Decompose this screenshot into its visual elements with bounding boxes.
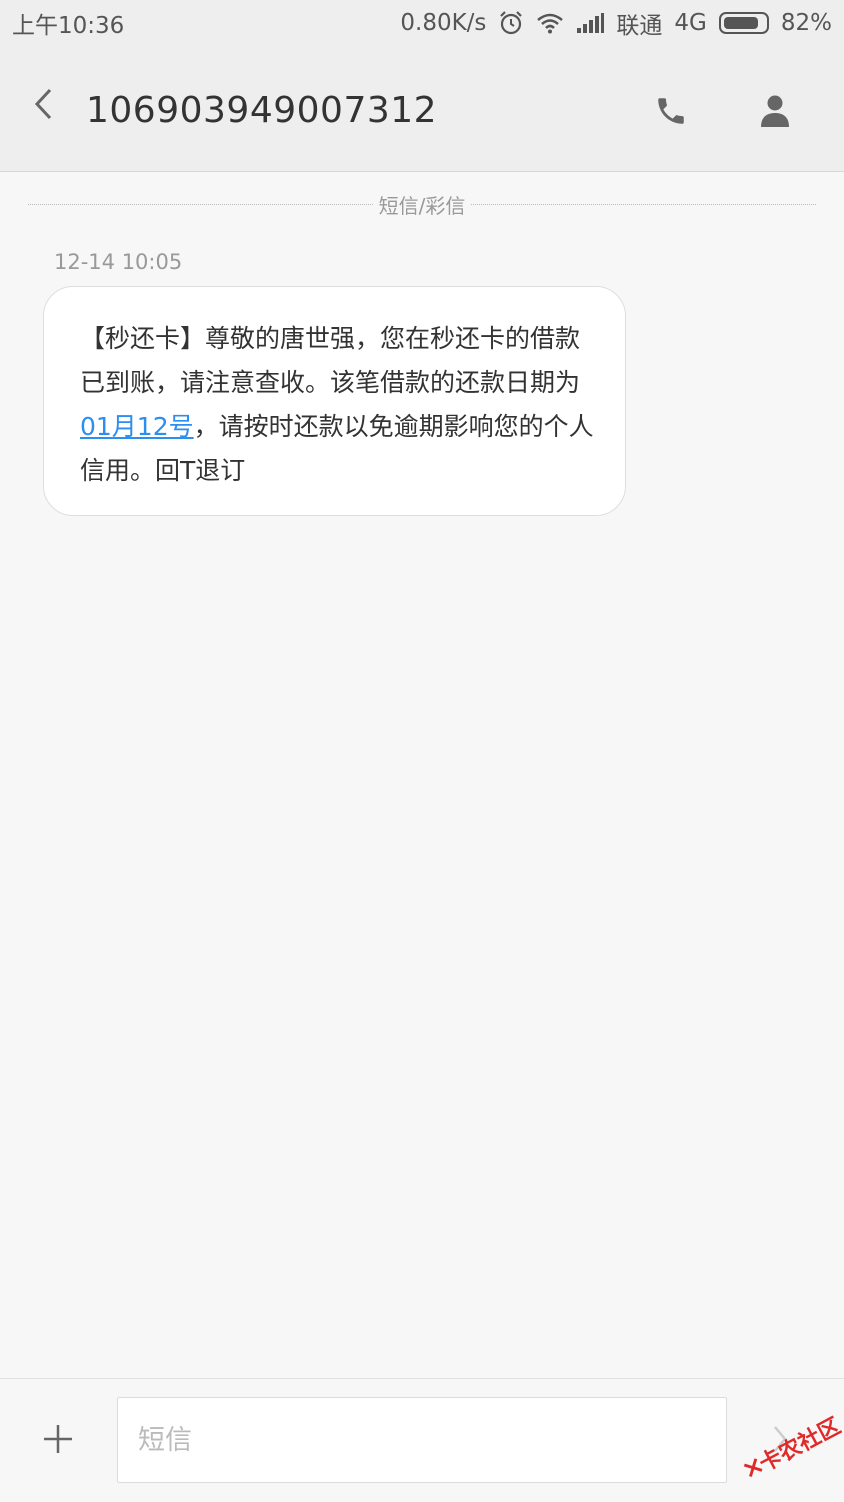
alarm-icon <box>498 10 524 36</box>
message-text: 【秒还卡】尊敬的唐世强，您在秒还卡的借款已到账，请注意查收。该笔借款的还款日期为… <box>80 317 595 493</box>
battery-fill <box>723 17 759 29</box>
battery-percent: 82% <box>780 10 832 36</box>
carrier-label: 联通 <box>616 13 663 39</box>
date-link[interactable]: 01月12号 <box>80 412 194 441</box>
divider-line-right <box>471 203 816 205</box>
message-input[interactable] <box>117 1397 727 1483</box>
battery-icon <box>718 12 769 34</box>
attach-button[interactable] <box>38 1421 78 1461</box>
back-arrow-icon <box>33 87 55 125</box>
message-type-divider: 短信/彩信 <box>28 188 816 220</box>
back-button[interactable] <box>22 84 66 128</box>
message-text-part1: 【秒还卡】尊敬的唐世强，您在秒还卡的借款已到账，请注意查收。该笔借款的还款日期为 <box>80 324 581 397</box>
network-label: 4G <box>674 10 707 36</box>
compose-bar <box>0 1378 844 1500</box>
divider-line-left <box>28 203 373 205</box>
signal-icon <box>576 13 605 33</box>
status-time: 上午10:36 <box>12 13 125 39</box>
message-type-label: 短信/彩信 <box>378 193 466 218</box>
phone-icon <box>654 94 688 132</box>
contact-details-button[interactable] <box>752 90 798 136</box>
call-button[interactable] <box>648 90 694 136</box>
status-bar: 上午10:36 0.80K/s 联通 4G 82% <box>0 0 844 46</box>
status-indicators: 0.80K/s 联通 4G 82% <box>400 6 832 40</box>
message-timestamp: 12-14 10:05 <box>54 250 183 274</box>
message-bubble[interactable]: 【秒还卡】尊敬的唐世强，您在秒还卡的借款已到账，请注意查收。该笔借款的还款日期为… <box>43 286 626 516</box>
app-bar: 106903949007312 <box>0 46 844 172</box>
page-title: 106903949007312 <box>86 90 438 131</box>
wifi-icon <box>536 12 564 34</box>
contact-icon <box>760 94 790 132</box>
net-speed: 0.80K/s <box>400 10 487 36</box>
plus-icon <box>42 1423 74 1459</box>
